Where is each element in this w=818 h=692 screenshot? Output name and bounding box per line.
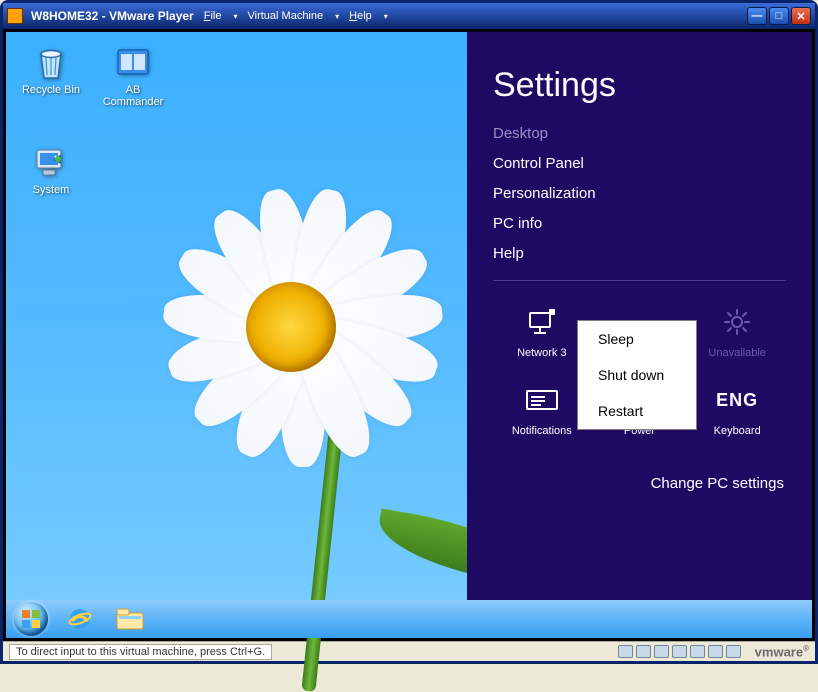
vmware-player-window: 🔆 W8HOME32 - VMware Player File▾ Virtual… bbox=[0, 0, 818, 664]
windows8-desktop[interactable]: Recycle Bin AB Commander System Settings… bbox=[6, 32, 812, 638]
settings-link-personalization[interactable]: Personalization bbox=[493, 185, 786, 202]
tile-brightness-unavailable: Unavailable bbox=[688, 295, 786, 369]
window-title: W8HOME32 - VMware Player bbox=[31, 9, 194, 23]
tray-icon[interactable] bbox=[708, 645, 723, 658]
desktop-icon-system[interactable]: System bbox=[16, 142, 86, 196]
system-icon bbox=[31, 142, 71, 182]
window-controls: — □ ✕ bbox=[747, 7, 811, 25]
tile-notifications[interactable]: Notifications bbox=[493, 373, 591, 447]
wallpaper-daisy bbox=[86, 112, 466, 492]
tray-icon[interactable] bbox=[726, 645, 741, 658]
charms-title: Settings bbox=[493, 66, 786, 105]
power-menu-restart[interactable]: Restart bbox=[578, 393, 696, 429]
desktop-icon-label: AB Commander bbox=[98, 84, 168, 108]
minimize-button[interactable]: — bbox=[747, 7, 767, 25]
settings-link-pc-info[interactable]: PC info bbox=[493, 215, 786, 232]
titlebar: 🔆 W8HOME32 - VMware Player File▾ Virtual… bbox=[3, 3, 815, 29]
settings-link-desktop[interactable]: Desktop bbox=[493, 125, 786, 142]
settings-link-help[interactable]: Help bbox=[493, 245, 786, 262]
network-icon bbox=[493, 301, 591, 343]
desktop-icon-label: System bbox=[16, 184, 86, 196]
vmware-brand: vmware® bbox=[755, 644, 809, 659]
tile-label: Keyboard bbox=[688, 425, 786, 437]
brightness-icon bbox=[688, 301, 786, 343]
tile-keyboard[interactable]: ENG Keyboard bbox=[688, 373, 786, 447]
desktop-icon-recycle-bin[interactable]: Recycle Bin bbox=[16, 42, 86, 96]
tray-icon[interactable] bbox=[618, 645, 633, 658]
settings-link-control-panel[interactable]: Control Panel bbox=[493, 155, 786, 172]
menu-file[interactable]: File bbox=[202, 10, 224, 22]
power-menu: Sleep Shut down Restart bbox=[577, 320, 697, 430]
app-icon: 🔆 bbox=[7, 8, 23, 24]
keyboard-lang-value: ENG bbox=[688, 379, 786, 421]
power-menu-shutdown[interactable]: Shut down bbox=[578, 357, 696, 393]
statusbar: To direct input to this virtual machine,… bbox=[3, 641, 815, 661]
tray-icon[interactable] bbox=[654, 645, 669, 658]
power-menu-sleep[interactable]: Sleep bbox=[578, 321, 696, 357]
tray-icon[interactable] bbox=[636, 645, 651, 658]
charms-settings-panel: Settings Desktop Control Panel Personali… bbox=[467, 32, 812, 638]
tray-icon[interactable] bbox=[690, 645, 705, 658]
change-pc-settings-link[interactable]: Change PC settings bbox=[493, 475, 784, 492]
tile-network[interactable]: Network 3 bbox=[493, 295, 591, 369]
tray-icon[interactable] bbox=[672, 645, 687, 658]
taskbar-explorer[interactable] bbox=[112, 606, 148, 632]
desktop-icon-label: Recycle Bin bbox=[16, 84, 86, 96]
menu-virtual-machine[interactable]: Virtual Machine bbox=[246, 10, 326, 22]
recycle-bin-icon bbox=[31, 42, 71, 82]
ab-commander-icon bbox=[113, 42, 153, 82]
taskbar bbox=[6, 600, 812, 638]
tile-label: Unavailable bbox=[688, 347, 786, 359]
taskbar-ie[interactable] bbox=[62, 606, 98, 632]
vm-client-area: Recycle Bin AB Commander System Settings… bbox=[3, 29, 815, 641]
maximize-button[interactable]: □ bbox=[769, 7, 789, 25]
tile-label: Network 3 bbox=[493, 347, 591, 359]
tile-label: Notifications bbox=[493, 425, 591, 437]
vmware-tray bbox=[618, 645, 741, 658]
notifications-icon bbox=[493, 379, 591, 421]
desktop-icon-ab-commander[interactable]: AB Commander bbox=[98, 42, 168, 108]
divider bbox=[493, 280, 786, 281]
close-button[interactable]: ✕ bbox=[791, 7, 811, 25]
start-button[interactable] bbox=[14, 602, 48, 636]
status-hint: To direct input to this virtual machine,… bbox=[9, 644, 272, 660]
menu-help[interactable]: Help bbox=[347, 10, 374, 22]
